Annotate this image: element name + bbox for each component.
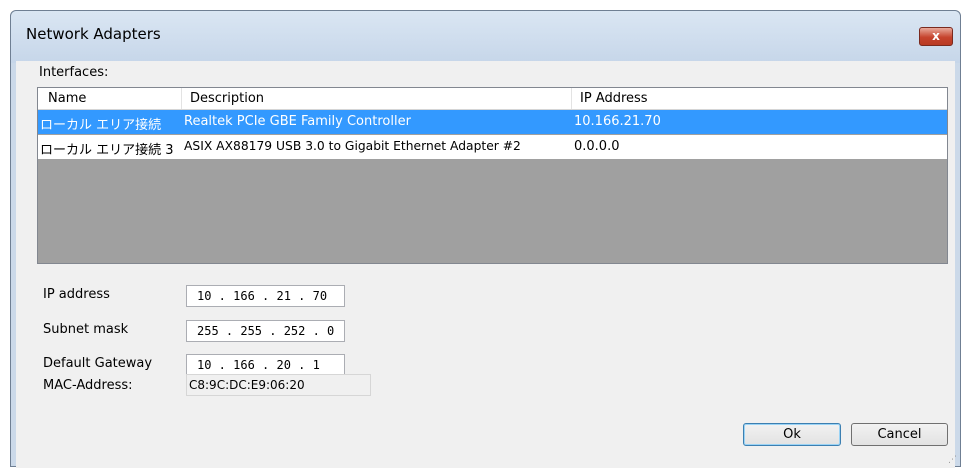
- ip-address-field[interactable]: 10 . 166 . 21 . 70: [186, 285, 345, 307]
- default-gateway-label: Default Gateway: [43, 356, 153, 371]
- row-name: ローカル エリア接続 3: [40, 143, 174, 158]
- list-header: Name Description IP Address: [38, 88, 947, 110]
- list-item[interactable]: ローカル エリア接続 3 ASIX AX88179 USB 3.0 to Gig…: [38, 135, 947, 159]
- interfaces-list[interactable]: Name Description IP Address ローカル エリア接続 R…: [37, 87, 948, 264]
- column-header-description[interactable]: Description: [190, 91, 264, 106]
- row-ip-address: 10.166.21.70: [574, 114, 661, 129]
- mac-address-label: MAC-Address:: [43, 378, 133, 393]
- interfaces-label: Interfaces:: [39, 65, 109, 80]
- row-ip-address: 0.0.0.0: [574, 139, 620, 154]
- column-header-ip-address[interactable]: IP Address: [580, 91, 648, 106]
- cancel-button[interactable]: Cancel: [851, 423, 948, 446]
- title-bar[interactable]: Network Adapters x: [11, 11, 960, 63]
- subnet-mask-label: Subnet mask: [43, 322, 129, 337]
- ip-address-label: IP address: [43, 287, 110, 302]
- list-item[interactable]: ローカル エリア接続 Realtek PCIe GBE Family Contr…: [38, 110, 947, 134]
- column-divider[interactable]: [181, 88, 182, 109]
- network-adapters-dialog: Network Adapters x Interfaces: Name Desc…: [10, 10, 961, 468]
- ok-button[interactable]: Ok: [743, 423, 841, 446]
- close-icon: x: [932, 29, 940, 43]
- row-name: ローカル エリア接続: [40, 118, 162, 133]
- row-description: Realtek PCIe GBE Family Controller: [184, 114, 411, 129]
- column-divider[interactable]: [571, 88, 572, 109]
- dialog-title: Network Adapters: [26, 25, 161, 43]
- dialog-client-area: Interfaces: Name Description IP Address …: [16, 61, 957, 468]
- close-button[interactable]: x: [919, 27, 953, 46]
- column-header-name[interactable]: Name: [48, 91, 86, 106]
- row-description: ASIX AX88179 USB 3.0 to Gigabit Ethernet…: [184, 139, 521, 153]
- mac-address-field[interactable]: C8:9C:DC:E9:06:20: [186, 374, 371, 396]
- subnet-mask-field[interactable]: 255 . 255 . 252 . 0: [186, 320, 345, 342]
- resize-grip-icon[interactable]: ⋰: [948, 455, 957, 465]
- default-gateway-field[interactable]: 10 . 166 . 20 . 1: [186, 354, 345, 376]
